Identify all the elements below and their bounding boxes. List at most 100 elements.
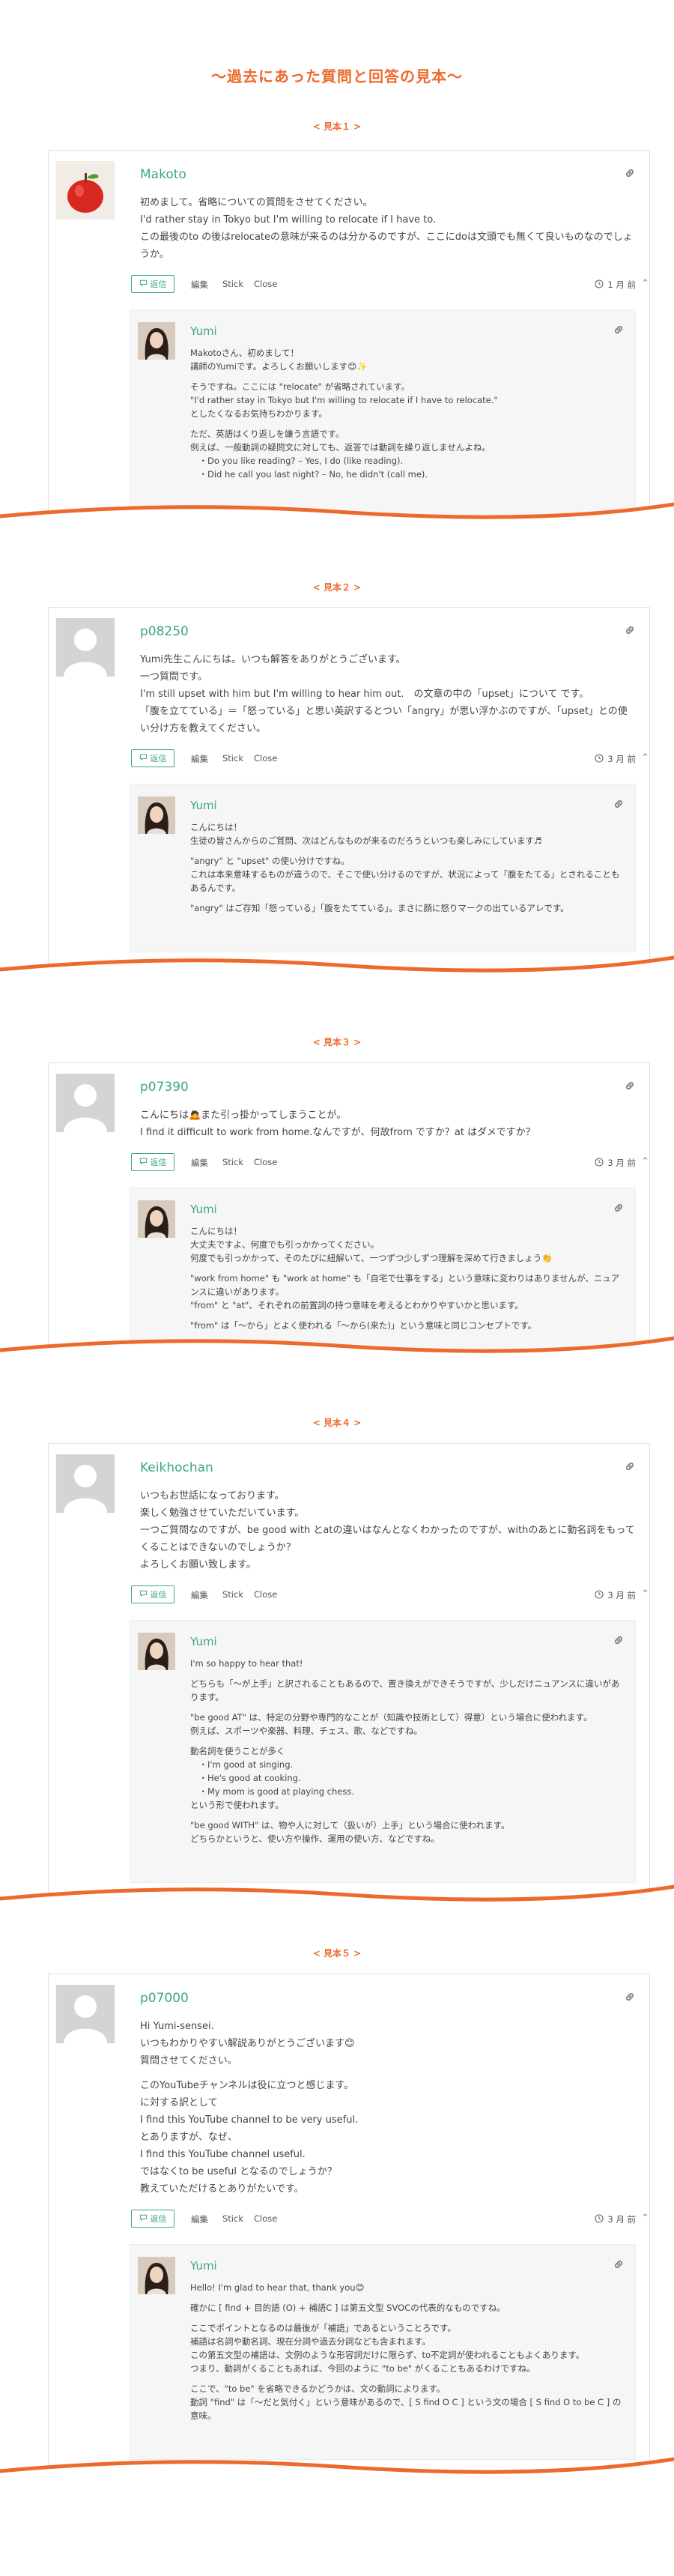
- username[interactable]: p08250: [140, 618, 636, 641]
- reply-button[interactable]: 返信: [131, 1585, 174, 1603]
- replier-name[interactable]: Yumi: [190, 1202, 623, 1217]
- question-line: いつもわかりやすい解説ありがとうございます😊: [140, 2038, 355, 2049]
- comment-icon: [139, 279, 148, 289]
- reply-button[interactable]: 返信: [131, 749, 174, 767]
- avatar: [56, 618, 115, 677]
- sample-label: < 見本１ >: [312, 121, 362, 132]
- stick-link[interactable]: Stick: [222, 1589, 243, 1600]
- question-post: Makoto 初めまして。省略についての質問をさせてください。 I'd rather…: [49, 151, 649, 263]
- page-title: ～過去にあった質問と回答の見本～: [211, 67, 463, 85]
- qa-card: p07000 Hi Yumi-sensei. いつもわかりやすい解説ありがとうござい…: [48, 1974, 650, 2478]
- chevron-up-icon[interactable]: ⌃: [641, 1156, 649, 1167]
- edit-link[interactable]: 編集: [191, 1157, 208, 1169]
- qa-card: Keikhochan いつもお世話になっております。楽しく勉強させていただいていま…: [48, 1443, 650, 1905]
- stick-link[interactable]: Stick: [222, 279, 243, 289]
- clock-icon: [595, 1157, 604, 1169]
- clock-icon: [595, 2213, 604, 2225]
- chevron-up-icon[interactable]: ⌃: [641, 278, 649, 289]
- question-line: とありますが、なぜ、: [140, 2132, 237, 2143]
- edit-link[interactable]: 編集: [191, 753, 208, 765]
- time-ago-text: 3 月 前: [607, 1158, 636, 1168]
- link-icon[interactable]: [624, 1991, 636, 2003]
- stick-link[interactable]: Stick: [222, 2213, 243, 2224]
- question-line: Hi Yumi-sensei.: [140, 2021, 214, 2032]
- reply-button[interactable]: 返信: [131, 2210, 174, 2228]
- close-link[interactable]: Close: [254, 2213, 277, 2224]
- link-icon[interactable]: [613, 2258, 625, 2270]
- post-actions: 返信 編集 Stick Close 1 月 前 ⌃: [130, 275, 649, 294]
- question-line: いつもお世話になっております。: [140, 1490, 285, 1502]
- sample-label: < 見本３ >: [312, 1037, 362, 1047]
- answer-text: I'm so happy to hear that! どちらも「～が上手」と訳され…: [190, 1657, 623, 1845]
- post-actions: 返信 編集 Stick Close 3 月 前 ⌃: [130, 1153, 649, 1173]
- question-line: Yumi先生こんにちは。いつも解答をありがとうございます。: [140, 654, 406, 665]
- avatar: [56, 1454, 115, 1513]
- question-body: Keikhochan いつもお世話になっております。楽しく勉強させていただいていま…: [140, 1454, 636, 1573]
- answer-paragraph: 動名詞を使うことが多く ・I'm good at singing. ・He's …: [190, 1746, 354, 1810]
- time-ago-text: 3 月 前: [607, 754, 636, 764]
- comment-icon: [139, 2213, 148, 2224]
- answer-paragraph: "angry" と "upset" の使い分けですね。 これは本来意味するものが…: [190, 856, 620, 893]
- edit-link[interactable]: 編集: [191, 1589, 208, 1601]
- timestamp: 1 月 前: [595, 279, 636, 291]
- question-line: 楽しく勉強させていただいています。: [140, 1508, 305, 1519]
- clock-icon: [595, 753, 604, 765]
- question-post: Keikhochan いつもお世話になっております。楽しく勉強させていただいていま…: [49, 1444, 649, 1573]
- close-link[interactable]: Close: [254, 1157, 277, 1167]
- close-link[interactable]: Close: [254, 1589, 277, 1600]
- answer-post: Yumi こんにちは！ 生徒の皆さんからのご質問、次はどんなものが来るのだろうとい…: [130, 784, 636, 952]
- answer-paragraph: ここでポイントとなるのは最後が「補語」であるということろです。 補語は名詞や動名…: [190, 2323, 585, 2374]
- replier-name[interactable]: Yumi: [190, 2258, 623, 2273]
- answer-paragraph: 確かに [ find + 目的語 (O) + 補語C ] は第五文型 SVOCの…: [190, 2303, 506, 2313]
- stick-link[interactable]: Stick: [222, 1157, 243, 1167]
- torn-edge-wave: [0, 955, 674, 983]
- close-link[interactable]: Close: [254, 279, 277, 289]
- question-line: こんにちは🙇また引っ掛かってしまうことが。: [140, 1110, 347, 1121]
- username[interactable]: Makoto: [140, 161, 636, 184]
- replier-name[interactable]: Yumi: [190, 1634, 623, 1649]
- replier-name[interactable]: Yumi: [190, 798, 623, 813]
- post-actions: 返信 編集 Stick Close 3 月 前 ⌃: [130, 1585, 649, 1605]
- link-icon[interactable]: [613, 324, 625, 336]
- stick-link[interactable]: Stick: [222, 753, 243, 764]
- question-text: こんにちは🙇また引っ掛かってしまうことが。 I find it difficult…: [140, 1107, 636, 1141]
- chevron-up-icon[interactable]: ⌃: [641, 752, 649, 764]
- link-icon[interactable]: [613, 798, 625, 810]
- username[interactable]: Keikhochan: [140, 1454, 636, 1477]
- question-line: に対する訳として: [140, 2097, 218, 2108]
- question-text: いつもお世話になっております。 楽しく勉強させていただいています。 一つご質問なので…: [140, 1487, 636, 1573]
- link-icon[interactable]: [624, 624, 636, 636]
- answer-paragraph: Hello! I'm glad to hear that, thank you😊: [190, 2282, 365, 2293]
- answer-paragraph: ここで、"to be" を省略できるかどうかは、文の動詞によります。 動詞 "f…: [190, 2383, 622, 2421]
- close-link[interactable]: Close: [254, 753, 277, 764]
- answer-paragraph: I'm so happy to hear that!: [190, 1658, 303, 1669]
- question-body: p07390 こんにちは🙇また引っ掛かってしまうことが。 I find it dif…: [140, 1074, 636, 1141]
- question-line: [140, 2069, 636, 2077]
- link-icon[interactable]: [624, 1460, 636, 1472]
- edit-link[interactable]: 編集: [191, 2213, 208, 2225]
- replier-avatar: [138, 796, 175, 834]
- username[interactable]: p07000: [140, 1985, 636, 2007]
- link-icon[interactable]: [624, 1080, 636, 1092]
- chevron-up-icon[interactable]: ⌃: [641, 1588, 649, 1600]
- qa-card: p07390 こんにちは🙇また引っ掛かってしまうことが。 I find it dif…: [48, 1062, 650, 1355]
- link-icon[interactable]: [613, 1202, 625, 1214]
- qa-card-inner: p08250 Yumi先生こんにちは。いつも解答をありがとうございます。 一つ質問で…: [49, 608, 649, 952]
- chevron-up-icon[interactable]: ⌃: [641, 2213, 649, 2224]
- question-line: I find this YouTube channel useful.: [140, 2149, 306, 2160]
- link-icon[interactable]: [613, 1634, 625, 1646]
- replier-avatar: [138, 1200, 175, 1238]
- link-icon[interactable]: [624, 167, 636, 179]
- username[interactable]: p07390: [140, 1074, 636, 1096]
- reply-button[interactable]: 返信: [131, 275, 174, 293]
- answer-paragraph: どちらも「～が上手」と訳されることもあるので、置き換えができそうですが、少しだけ…: [190, 1678, 620, 1702]
- question-line: 教えていただけるとありがたいです。: [140, 2183, 304, 2195]
- answer-text: こんにちは！ 大丈夫ですよ、何度でも引っかかってください。 何度でも引っかかって…: [190, 1224, 623, 1332]
- timestamp: 3 月 前: [595, 753, 636, 765]
- qa-card: Makoto 初めまして。省略についての質問をさせてください。 I'd rather…: [48, 150, 650, 521]
- qa-card: p08250 Yumi先生こんにちは。いつも解答をありがとうございます。 一つ質問で…: [48, 607, 650, 975]
- avatar: [56, 161, 115, 220]
- reply-button[interactable]: 返信: [131, 1153, 174, 1171]
- edit-link[interactable]: 編集: [191, 279, 208, 291]
- replier-name[interactable]: Yumi: [190, 324, 623, 339]
